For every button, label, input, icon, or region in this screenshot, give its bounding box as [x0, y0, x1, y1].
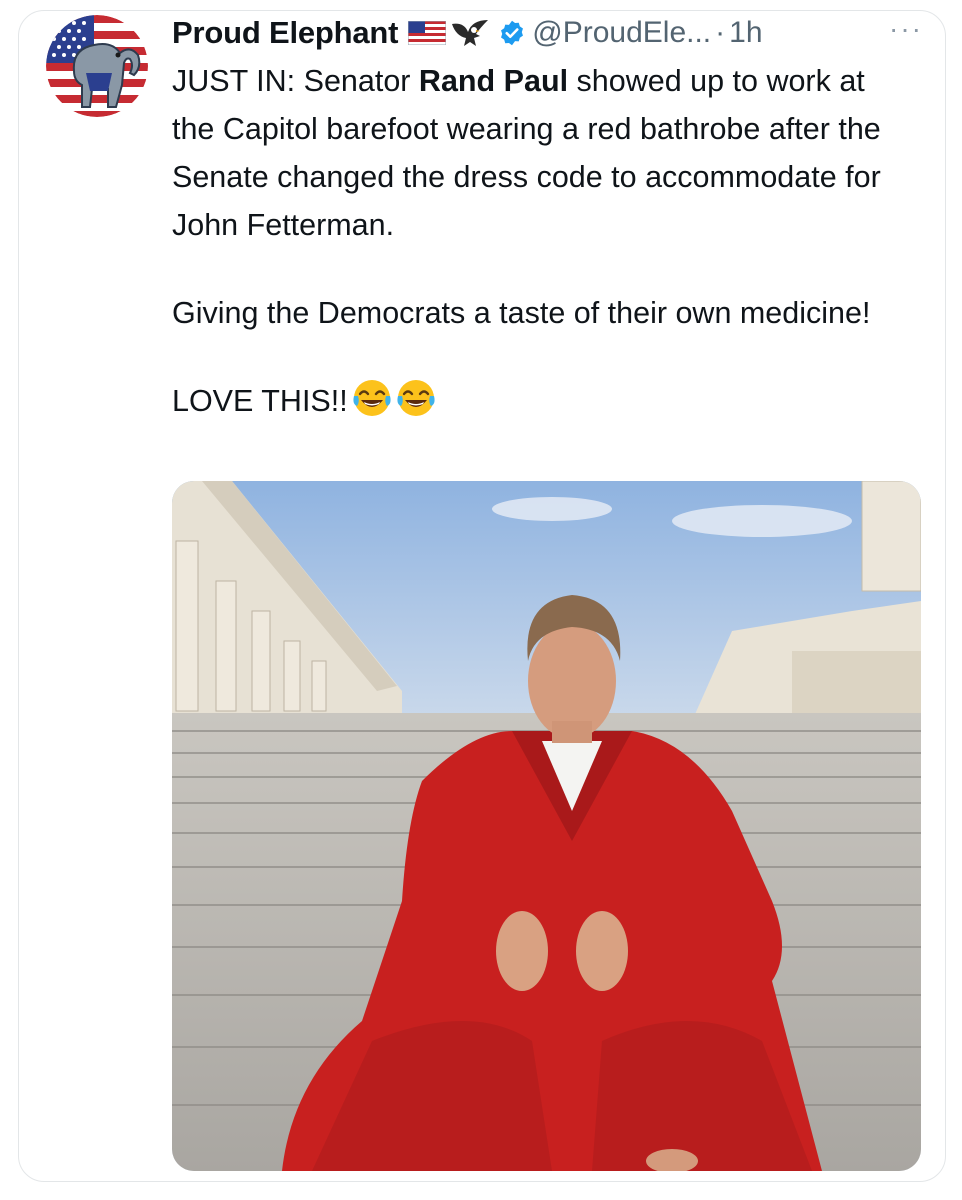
text-lead: JUST IN: Senator	[172, 64, 419, 98]
tweet-card[interactable]: Proud Elephant @ProudEle... · 1h ··· JUS…	[18, 10, 946, 1182]
author-handle[interactable]: @ProudEle...	[532, 16, 711, 50]
more-options-icon[interactable]: ···	[889, 15, 923, 43]
tweet-paragraph-3: LOVE THIS!!	[172, 377, 907, 425]
verified-badge-icon[interactable]	[498, 19, 526, 47]
avatar[interactable]	[46, 15, 148, 117]
author-name[interactable]: Proud Elephant	[172, 15, 398, 51]
eagle-icon	[452, 20, 489, 46]
tweet-header: Proud Elephant @ProudEle... · 1h	[172, 11, 912, 55]
senator-in-red-robe-photo-icon	[172, 481, 921, 1171]
text-love-this: LOVE THIS!!	[172, 384, 348, 418]
timestamp[interactable]: 1h	[729, 16, 762, 50]
separator-dot: ·	[715, 16, 726, 49]
elephant-flag-avatar-icon	[46, 15, 148, 117]
text-bold-name: Rand Paul	[418, 64, 569, 98]
us-flag-icon	[408, 21, 447, 45]
tweet-paragraph-1: JUST IN: Senator Rand Paul showed up to …	[172, 57, 907, 249]
laughing-crying-emoji-icon	[353, 380, 391, 416]
tweet-photo[interactable]	[172, 481, 921, 1171]
tweet-paragraph-2: Giving the Democrats a taste of their ow…	[172, 296, 871, 330]
laughing-crying-emoji-icon	[397, 380, 435, 416]
tweet-text: JUST IN: Senator Rand Paul showed up to …	[172, 57, 907, 425]
